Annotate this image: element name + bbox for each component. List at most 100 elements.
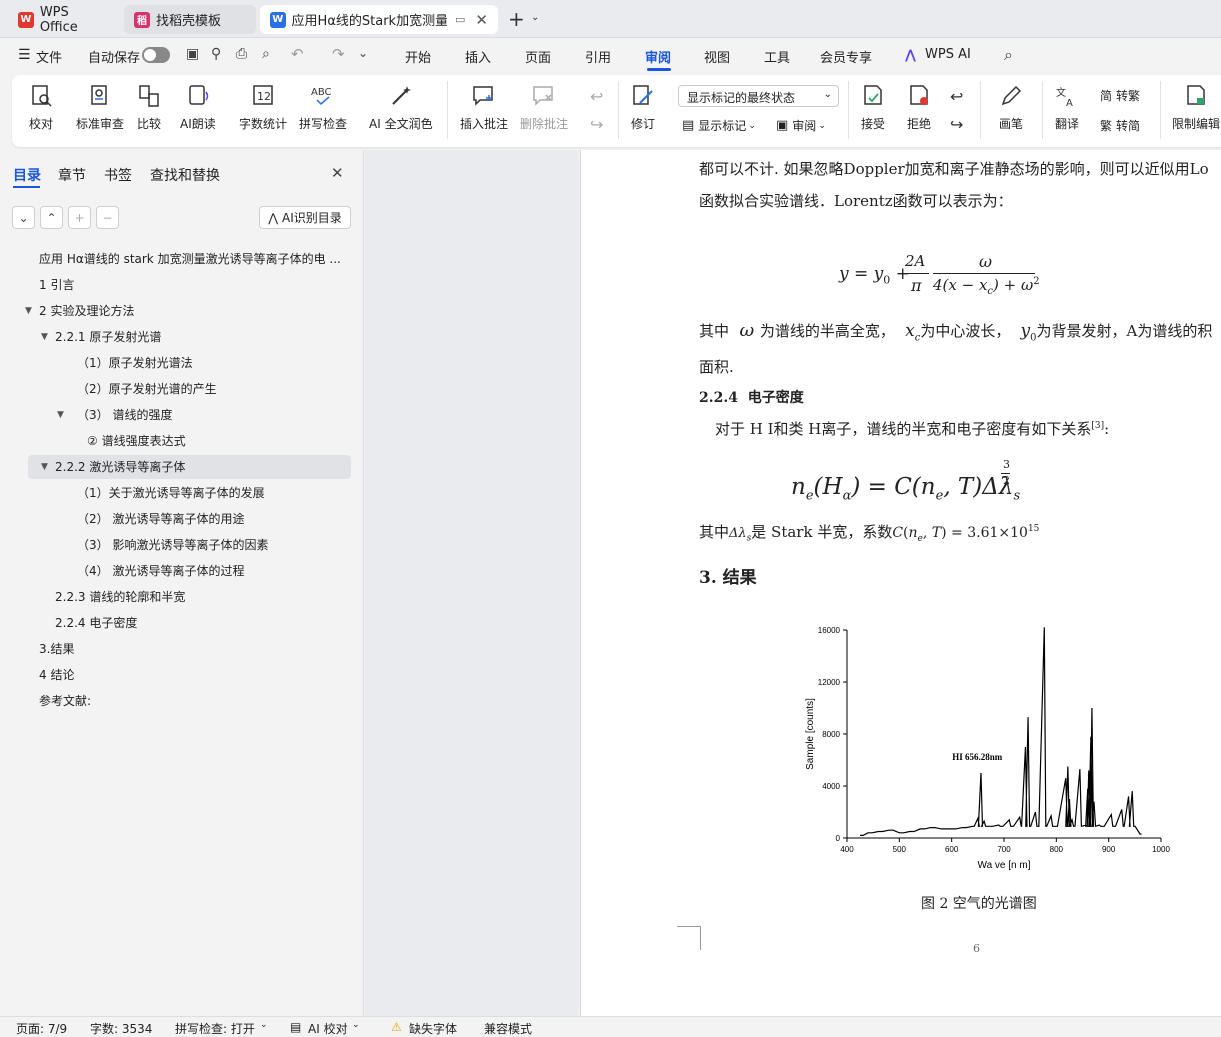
toc-item[interactable]: （3） 影响激光诱导等离子体的因素 (77, 532, 268, 558)
previous-comment-icon[interactable]: ↩ (590, 87, 603, 106)
toc-item[interactable]: ② 谱线强度表达式 (87, 428, 186, 454)
restrict-editing-button[interactable]: 限制编辑 (1172, 83, 1220, 132)
quick-access-chevron-icon[interactable]: ⌄ (358, 46, 368, 60)
chevron-down-icon[interactable]: ⌄ (531, 12, 539, 23)
ai-proofread-status[interactable]: AI 校对 (308, 1020, 348, 1037)
chevron-down-icon[interactable]: ⌄ (260, 1020, 268, 1030)
menu-tools[interactable]: 工具 (764, 47, 790, 66)
undo-icon[interactable]: ↶ (291, 45, 304, 63)
spell-check-status[interactable]: 拼写检查: 打开 (175, 1020, 255, 1037)
toc-item[interactable]: （4） 激光诱导等离子体的过程 (77, 558, 244, 584)
triangle-down-icon[interactable]: ▼ (41, 454, 48, 480)
missing-font-status[interactable]: 缺失字体 (409, 1020, 457, 1037)
print-preview-icon[interactable]: ⌕ (262, 46, 270, 62)
tab-toc[interactable]: 目录 (13, 165, 41, 185)
standard-review-button[interactable]: 标准审查 (76, 83, 124, 132)
tab-document[interactable]: W 应用Hα线的Stark加宽测量激 ▭ ✕ (260, 5, 498, 34)
window-icon[interactable]: ▭ (455, 13, 465, 26)
expand-chevron-icon[interactable]: ⌃ (40, 206, 63, 229)
toc-item[interactable]: 1 引言 (39, 272, 74, 298)
chart-x-tick-label: 1000 (1152, 845, 1170, 854)
word-count[interactable]: 字数: 3534 (90, 1020, 152, 1037)
menu-member[interactable]: 会员专享 (820, 47, 872, 66)
delete-comment-button[interactable]: 删除批注 (520, 83, 568, 132)
collapse-chevron-icon[interactable]: ⌄ (12, 206, 35, 229)
toc-item[interactable]: （1）关于激光诱导等离子体的发展 (77, 480, 265, 506)
document-page[interactable]: 都可以不计. 如果忽略Doppler加宽和离子准静态场的影响，则可以近似用Lo … (580, 150, 1221, 1016)
tab-bookmarks[interactable]: 书签 (104, 165, 132, 185)
coefficient-value: = 3.61×10 (951, 525, 1028, 541)
triangle-down-icon[interactable]: ▼ (41, 324, 48, 350)
accept-button[interactable]: 接受 (860, 83, 886, 132)
menu-insert[interactable]: 插入 (465, 47, 491, 66)
triangle-down-icon[interactable]: ▼ (57, 402, 64, 428)
toc-item[interactable]: （2）原子发射光谱的产生 (77, 376, 217, 402)
tab-chapters[interactable]: 章节 (58, 165, 86, 185)
page-indicator[interactable]: 页面: 7/9 (16, 1020, 67, 1037)
tab-find-replace[interactable]: 查找和替换 (150, 165, 220, 185)
to-simplified-button[interactable]: 繁转简 (1100, 117, 1140, 134)
menu-file[interactable]: 文件 (36, 47, 62, 66)
toc-item-selected[interactable]: 2.2.2 激光诱导等离子体 (55, 454, 185, 480)
redo-icon[interactable]: ↷ (332, 45, 345, 63)
hamburger-icon[interactable]: ☰ (18, 47, 31, 63)
autosave-label: 自动保存 (88, 51, 141, 66)
close-pane-icon[interactable]: ✕ (331, 164, 344, 182)
paragraph-text: 为谱线的半高全宽， (759, 322, 895, 340)
save-icon[interactable]: ▣ (186, 46, 199, 62)
insert-comment-button[interactable]: 插入批注 (460, 83, 508, 132)
tab-bar: W WPS Office 稻 找稻壳模板 W 应用Hα线的Stark加宽测量激 … (0, 0, 1221, 38)
next-comment-icon[interactable]: ↪ (590, 115, 603, 134)
add-heading-icon[interactable]: + (68, 206, 91, 229)
word-count-button[interactable]: 12 字数统计 (239, 83, 287, 132)
translate-button[interactable]: 文A 翻译 (1054, 83, 1080, 132)
toc-item[interactable]: 3.结果 (39, 636, 74, 662)
toc-item[interactable]: 2.2.1 原子发射光谱 (55, 324, 161, 350)
toc-item[interactable]: 2 实验及理论方法 (39, 298, 134, 324)
tab-wps-office[interactable]: W WPS Office (8, 5, 120, 35)
review-pane-button[interactable]: ▣ 审阅 ⌄ (776, 117, 826, 134)
toc-item[interactable]: 2.2.3 谱线的轮廓和半宽 (55, 584, 185, 610)
share-icon[interactable]: ⚲ (211, 46, 221, 62)
menu-page[interactable]: 页面 (525, 47, 551, 66)
previous-change-icon[interactable]: ↩ (950, 87, 963, 106)
toc-item[interactable]: 应用 Hα谱线的 stark 加宽测量激光诱导等离子体的电 ... (39, 246, 341, 272)
electron-density-formula: ne(Hα) = C(ne, T)Δλs 3 2 (791, 458, 1021, 504)
autosave-toggle[interactable] (142, 47, 170, 63)
to-traditional-button[interactable]: 简转繁 (1100, 87, 1140, 104)
spell-check-button[interactable]: ABC 拼写检查 (299, 83, 347, 132)
svg-text:12: 12 (257, 90, 271, 103)
remove-heading-icon[interactable]: − (96, 206, 119, 229)
triangle-down-icon[interactable]: ▼ (25, 298, 32, 324)
track-changes-button[interactable]: 修订 (630, 83, 656, 132)
markup-state-select[interactable]: 显示标记的最终状态 ⌄ (678, 85, 839, 107)
next-change-icon[interactable]: ↪ (950, 115, 963, 134)
tab-template[interactable]: 稻 找稻壳模板 (124, 5, 256, 34)
toc-item[interactable]: 2.2.4 电子密度 (55, 610, 137, 636)
close-icon[interactable]: ✕ (475, 11, 488, 29)
reject-button[interactable]: 拒绝 (906, 83, 932, 132)
menu-review[interactable]: 审阅 (645, 47, 671, 66)
ai-polish-button[interactable]: AI 全文润色 (369, 83, 433, 132)
ai-proofread-icon: ▤ (290, 1020, 302, 1034)
chevron-down-icon[interactable]: ⌄ (352, 1020, 360, 1030)
menu-start[interactable]: 开始 (405, 47, 431, 66)
toc-item[interactable]: （2） 激光诱导等离子体的用途 (77, 506, 244, 532)
menu-wps-ai[interactable]: WPS AI (925, 47, 971, 62)
ai-detect-toc-button[interactable]: ⋀ AI识别目录 (259, 206, 351, 229)
proofread-button[interactable]: 校对 (28, 83, 54, 132)
show-markup-button[interactable]: ▤ 显示标记 ⌄ (682, 117, 756, 134)
ai-read-button[interactable]: AI朗读 (180, 83, 216, 132)
toc-item[interactable]: 参考文献: (39, 688, 91, 714)
compare-button[interactable]: 比较 (136, 83, 162, 132)
compatibility-mode[interactable]: 兼容模式 (484, 1020, 532, 1037)
new-tab-plus-icon[interactable]: + (508, 7, 525, 31)
toc-item[interactable]: （3） 谱线的强度 (77, 402, 172, 428)
print-icon[interactable]: ⎙ (236, 46, 247, 62)
toc-item[interactable]: （1）原子发射光谱法 (77, 350, 193, 376)
search-icon[interactable]: ⌕ (1004, 45, 1013, 65)
menu-view[interactable]: 视图 (704, 47, 730, 66)
pen-button[interactable]: 画笔 (998, 83, 1024, 132)
toc-item[interactable]: 4 结论 (39, 662, 74, 688)
menu-reference[interactable]: 引用 (585, 47, 611, 66)
